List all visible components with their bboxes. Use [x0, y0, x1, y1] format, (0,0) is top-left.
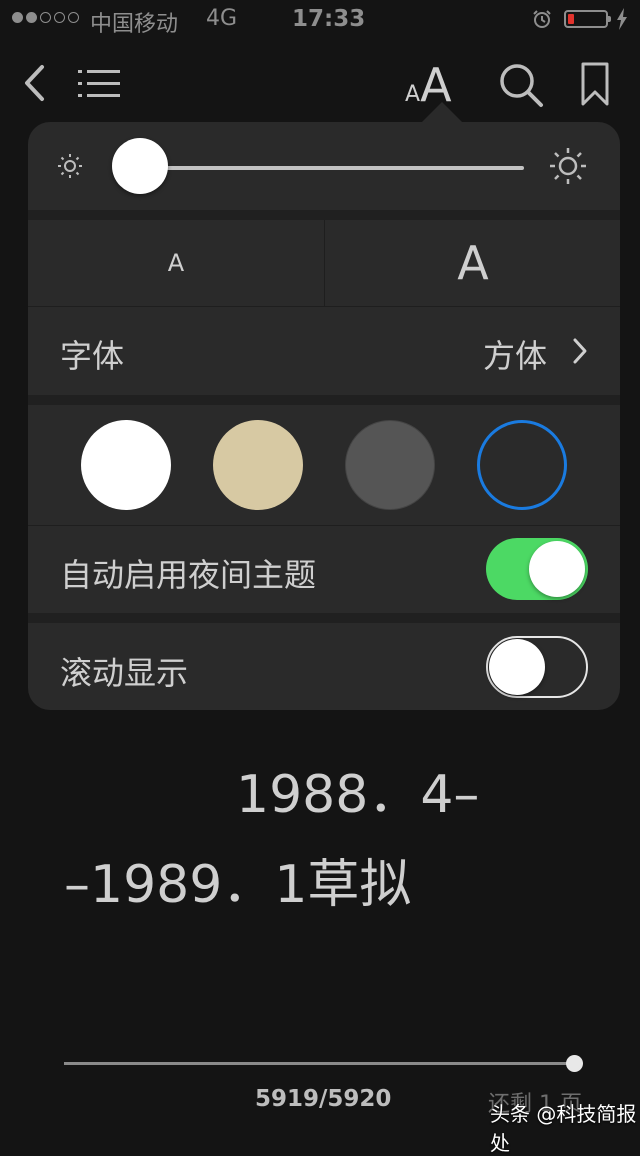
reading-progress-handle[interactable]: [566, 1055, 583, 1072]
alarm-icon: [532, 9, 552, 35]
brightness-high-icon: [548, 146, 588, 190]
auto-night-label: 自动启用夜间主题: [60, 556, 317, 594]
scroll-display-label: 滚动显示: [60, 654, 189, 692]
increase-font-label: A: [457, 236, 489, 290]
decrease-font-button[interactable]: A: [28, 220, 324, 306]
auto-night-toggle[interactable]: [486, 538, 588, 600]
back-icon[interactable]: [22, 64, 48, 106]
font-label: 字体: [60, 337, 125, 375]
page-text-line-2: –1989．1草拟: [64, 855, 412, 915]
network-type: 4G: [206, 6, 238, 31]
increase-font-button[interactable]: A: [325, 220, 620, 306]
decrease-font-label: A: [167, 249, 185, 277]
divider: [28, 210, 620, 220]
bookmark-icon[interactable]: [580, 62, 610, 110]
search-icon[interactable]: [498, 62, 544, 112]
watermark: 头条 @科技简报处: [490, 1102, 637, 1155]
theme-sepia-swatch[interactable]: [213, 420, 303, 510]
status-time: 17:33: [292, 6, 366, 32]
scroll-display-toggle[interactable]: [486, 636, 588, 698]
font-value: 方体: [483, 337, 548, 375]
page-text-line-1: 1988．4–: [236, 765, 480, 825]
theme-white-swatch[interactable]: [81, 420, 171, 510]
charging-icon: [616, 8, 628, 36]
reading-progress-track[interactable]: [64, 1062, 574, 1065]
brightness-slider-track[interactable]: [140, 166, 524, 170]
divider: [28, 525, 620, 526]
chevron-right-icon: [572, 337, 588, 369]
signal-strength-icon: [12, 12, 79, 23]
theme-gray-swatch[interactable]: [345, 420, 435, 510]
display-settings-popover: A A 字体 方体 自动启用夜间主题 滚动显示: [28, 122, 620, 710]
battery-icon: [564, 10, 611, 28]
divider: [28, 613, 620, 623]
table-of-contents-icon[interactable]: [78, 68, 122, 104]
divider: [28, 395, 620, 405]
font-small-glyph: A: [405, 82, 421, 107]
status-bar: 中国移动 4G 17:33: [0, 0, 640, 40]
brightness-low-icon: [56, 152, 84, 184]
theme-night-swatch[interactable]: [477, 420, 567, 510]
carrier-name: 中国移动: [90, 12, 179, 37]
font-row[interactable]: 字体 方体: [28, 307, 620, 395]
page-indicator: 5919/5920: [255, 1086, 392, 1112]
popover-arrow: [420, 102, 464, 124]
brightness-slider-handle[interactable]: [112, 138, 168, 194]
